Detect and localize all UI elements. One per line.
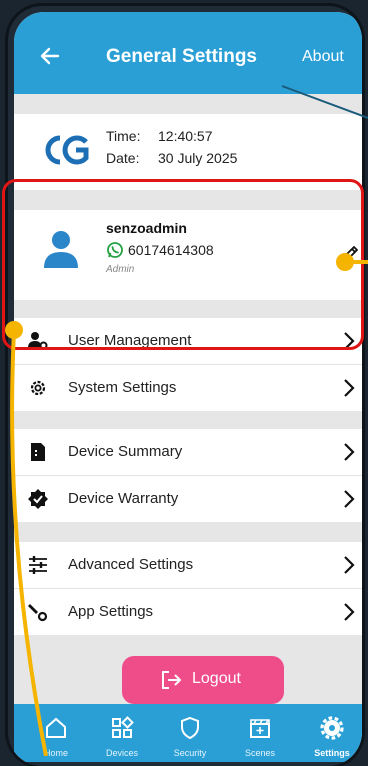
menu-item-label: App Settings <box>68 603 154 620</box>
chevron-right-icon <box>344 556 355 574</box>
time-date-card: Time: 12:40:57 Date: 30 July 2025 <box>14 114 362 190</box>
company-logo-icon <box>45 135 89 165</box>
chevron-right-icon <box>344 379 355 397</box>
logout-button[interactable]: Logout <box>122 656 284 704</box>
app-settings-icon <box>28 604 48 622</box>
nav-label: Devices <box>105 748 138 758</box>
profile-card: senzoadmin 60174614308 Admin <box>14 210 362 300</box>
back-arrow-icon[interactable] <box>36 42 64 70</box>
gear-icon <box>320 716 344 740</box>
chevron-right-icon <box>344 603 355 621</box>
home-icon <box>46 717 66 738</box>
whatsapp-icon <box>107 242 123 258</box>
menu-item-label: Device Summary <box>68 443 183 460</box>
nav-label: Settings <box>314 748 350 758</box>
profile-username: senzoadmin <box>106 220 187 236</box>
chevron-right-icon <box>344 490 355 508</box>
phone-frame: General Settings About Time: 12:40:57 Da… <box>8 6 362 766</box>
menu-item-advanced-settings[interactable]: Advanced Settings <box>14 542 362 588</box>
time-label: Time: <box>106 128 141 144</box>
nav-security[interactable]: Security <box>158 704 222 762</box>
nav-devices[interactable]: Devices <box>90 704 154 762</box>
document-summary-icon <box>31 443 45 461</box>
devices-grid-icon <box>112 716 134 738</box>
menu-item-device-warranty[interactable]: Device Warranty <box>14 476 362 522</box>
user-gear-icon <box>28 332 48 350</box>
sliders-icon <box>29 556 47 574</box>
verified-badge-icon <box>28 489 48 509</box>
menu-item-device-summary[interactable]: Device Summary <box>14 429 362 475</box>
bottom-navigation: Home Devices Security Scenes Settings <box>14 704 362 762</box>
menu-item-user-management[interactable]: User Management <box>14 318 362 364</box>
user-avatar-icon <box>44 231 78 268</box>
about-button[interactable]: About <box>302 48 344 66</box>
page-title: General Settings <box>106 46 257 67</box>
profile-role: Admin <box>106 264 135 275</box>
menu-item-label: System Settings <box>68 379 177 396</box>
gear-icon <box>30 380 46 396</box>
logout-label: Logout <box>192 670 241 687</box>
menu-item-label: Advanced Settings <box>68 556 194 573</box>
menu-item-app-settings[interactable]: App Settings <box>14 589 362 635</box>
nav-scenes[interactable]: Scenes <box>228 704 292 762</box>
shield-icon <box>181 716 199 740</box>
chevron-right-icon <box>344 332 355 350</box>
nav-label: Security <box>173 748 207 758</box>
menu-item-label: User Management <box>68 332 192 349</box>
profile-phone: 60174614308 <box>128 242 214 258</box>
clapperboard-icon <box>250 719 270 738</box>
nav-label: Home <box>43 748 68 758</box>
chevron-right-icon <box>344 443 355 461</box>
date-value: 30 July 2025 <box>158 150 238 166</box>
nav-settings[interactable]: Settings <box>300 704 362 762</box>
nav-home[interactable]: Home <box>24 704 88 762</box>
app-screen: General Settings About Time: 12:40:57 Da… <box>14 12 362 762</box>
menu-item-label: Device Warranty <box>68 490 179 507</box>
nav-label: Scenes <box>244 748 276 758</box>
app-header: General Settings About <box>14 12 362 94</box>
time-value: 12:40:57 <box>158 128 213 144</box>
date-label: Date: <box>106 150 140 166</box>
edit-pencil-icon[interactable] <box>340 244 360 264</box>
menu-item-system-settings[interactable]: System Settings <box>14 365 362 411</box>
logout-icon <box>162 671 182 689</box>
